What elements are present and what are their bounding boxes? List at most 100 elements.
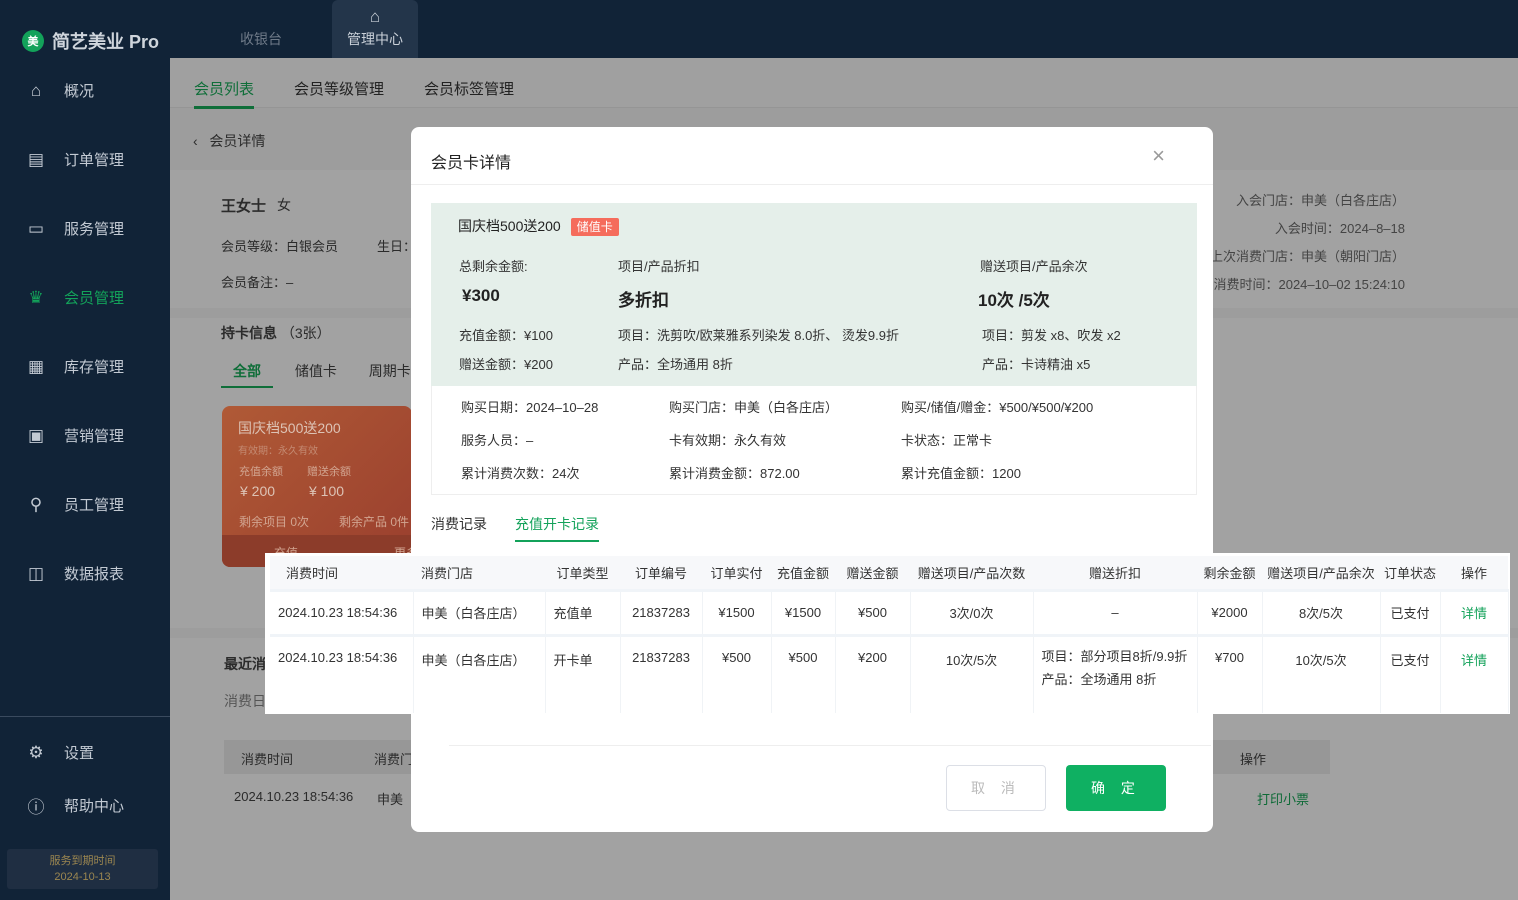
cell: 申美 [377, 789, 403, 808]
label: 赠送余额 [307, 463, 351, 479]
expiry-date: 2024-10-13 [7, 869, 158, 885]
expiry-label: 服务到期时间 [7, 853, 158, 869]
label: 概况 [64, 80, 94, 101]
label: 持卡信息 [221, 325, 277, 341]
cell-gift-count: 3次/0次 [910, 590, 1033, 635]
gear-icon: ⚙ [26, 743, 46, 763]
close-icon[interactable]: × [1152, 143, 1165, 169]
card-status: 卡状态：正常卡 [901, 430, 992, 449]
cell-remain-count: 10次/5次 [1262, 635, 1380, 713]
gift-amount: 赠送金额：¥200 [459, 354, 553, 373]
detail-link[interactable]: 详情 [1461, 606, 1487, 621]
product-discount: 产品：全场通用 8折 [618, 354, 733, 373]
sidebar-item-inventory[interactable]: ▦ 库存管理 [26, 356, 124, 377]
sidebar-item-settings[interactable]: ⚙设置 [26, 742, 94, 763]
th: 操作 [1440, 556, 1508, 590]
cell-recharge: ¥1500 [771, 590, 835, 635]
cell-gift: ¥200 [835, 635, 910, 713]
crown-icon: ♛ [26, 288, 46, 308]
app-logo: 美简艺美业 Pro [22, 28, 159, 54]
member-name: 王女士 [221, 195, 266, 216]
total-spent: 累计消费金额：872.00 [669, 463, 800, 482]
last-store: 上次消费门店：申美（朝阳门店） [1210, 243, 1405, 271]
card-tab-period[interactable]: 周期卡 [369, 363, 411, 379]
member-note: 会员备注：– [221, 272, 293, 291]
back-link[interactable]: ‹ 会员详情 [193, 131, 265, 151]
th: 赠送项目/产品余次 [1262, 556, 1380, 590]
logo-icon: 美 [22, 30, 44, 52]
label: 赠送项目/产品余次 [980, 256, 1088, 275]
th: 赠送项目/产品次数 [910, 556, 1033, 590]
count: （3张） [281, 325, 331, 341]
card-validity: 有效期：永久有效 [238, 442, 318, 457]
cell-remain: ¥700 [1197, 635, 1262, 713]
th: 消费门店 [413, 556, 545, 590]
subtabs: 会员列表 会员等级管理 会员标签管理 [170, 58, 1518, 108]
modal-title: 会员卡详情 [431, 149, 511, 173]
cell-remain: ¥2000 [1197, 590, 1262, 635]
join-store: 入会门店：申美（白各庄店） [1210, 187, 1405, 215]
chevron-left-icon: ‹ [193, 133, 198, 149]
recent-title: 最近消 [224, 654, 266, 674]
card-tab-stored[interactable]: 储值卡 [295, 363, 337, 379]
sidebar-item-reports[interactable]: ◫数据报表 [26, 563, 124, 584]
sidebar-item-staff[interactable]: ⚲员工管理 [26, 494, 124, 515]
th: 订单类型 [545, 556, 620, 590]
cell-gift-count: 10次/5次 [910, 635, 1033, 713]
table-row: 2024.10.23 18:54:36 申美（白各庄店） 充值单 2183728… [270, 590, 1508, 635]
th: 消费时间 [270, 556, 413, 590]
remaining-items: 剩余项目 0次 [239, 513, 309, 530]
cancel-button[interactable]: 取 消 [946, 765, 1046, 811]
sidebar-item-marketing[interactable]: ▣营销管理 [26, 425, 124, 446]
subtab-member-tags[interactable]: 会员标签管理 [424, 78, 514, 99]
member-meta: 入会门店：申美（白各庄店） 入会时间：2024–8–18 上次消费门店：申美（朝… [1210, 187, 1405, 299]
last-time: 消费时间：2024–10–02 15:24:10 [1210, 271, 1405, 299]
card-validity: 卡有效期：永久有效 [669, 430, 786, 449]
label: 充值余额 [239, 463, 283, 479]
cell-time: 2024.10.23 18:54:36 [270, 635, 413, 713]
tab-management[interactable]: ⌂管理中心 [332, 0, 418, 58]
sidebar-item-overview[interactable]: ⌂概况 [26, 80, 94, 101]
cell: 2024.10.23 18:54:36 [234, 789, 353, 804]
th: 消费时间 [241, 749, 293, 768]
detail-link[interactable]: 详情 [1461, 653, 1487, 668]
card-title: 国庆档500送200储值卡 [458, 216, 619, 236]
confirm-button[interactable]: 确 定 [1066, 765, 1166, 811]
sidebar-item-help[interactable]: ⓘ帮助中心 [26, 793, 124, 818]
app-name: 简艺美业 Pro [52, 28, 159, 54]
total-recharged: 累计充值金额：1200 [901, 463, 1021, 482]
tab-recharge-records[interactable]: 充值开卡记录 [515, 514, 599, 542]
cell-status: 已支付 [1380, 635, 1440, 713]
sidebar-item-orders[interactable]: ▤订单管理 [26, 149, 124, 170]
recharge-records-table: 消费时间 消费门店 订单类型 订单编号 订单实付 充值金额 赠送金额 赠送项目/… [265, 553, 1510, 714]
cell-time: 2024.10.23 18:54:36 [270, 590, 413, 635]
print-receipt-link[interactable]: 打印小票 [1257, 789, 1309, 808]
card-tabs: 全部 储值卡 周期卡 [221, 361, 411, 381]
inventory-icon: ▦ [26, 357, 46, 377]
cell-store: 申美（白各庄店） [413, 590, 545, 635]
label: 库存管理 [64, 356, 124, 377]
card-tab-all[interactable]: 全部 [221, 363, 273, 388]
label: 员工管理 [64, 494, 124, 515]
discount-line: 产品：全场通用 8折 [1042, 668, 1197, 691]
th: 剩余金额 [1197, 556, 1262, 590]
th: 订单状态 [1380, 556, 1440, 590]
gift-products: 产品：卡诗精油 x5 [982, 354, 1090, 373]
subtab-member-level[interactable]: 会员等级管理 [294, 78, 384, 99]
cell-discount: – [1033, 590, 1197, 635]
subtab-member-list[interactable]: 会员列表 [194, 78, 254, 109]
cell-paid: ¥500 [702, 635, 771, 713]
divider [411, 184, 1213, 185]
member-card[interactable]: 国庆档500送200 有效期：永久有效 充值余额 赠送余额 ¥ 200 ¥ 10… [222, 406, 412, 567]
sidebar-item-services[interactable]: ▭服务管理 [26, 218, 124, 239]
tab-consumption-records[interactable]: 消费记录 [431, 514, 487, 534]
gift-items: 项目：剪发 x8、吹发 x2 [982, 325, 1121, 344]
total-balance: ¥300 [462, 286, 500, 306]
tab-cashier[interactable]: 收银台 [218, 0, 304, 58]
sidebar-item-members[interactable]: ♛会员管理 [26, 287, 124, 308]
recharge-amount: 充值金额：¥100 [459, 325, 553, 344]
order-icon: ▤ [26, 150, 46, 170]
th: 订单实付 [702, 556, 771, 590]
remaining-products: 剩余产品 0件 [339, 513, 409, 530]
sidebar: ⌂概况 ▤订单管理 ▭服务管理 ♛会员管理 ▦库存管理 ▣营销管理 ⚲员工管理 … [0, 58, 170, 900]
